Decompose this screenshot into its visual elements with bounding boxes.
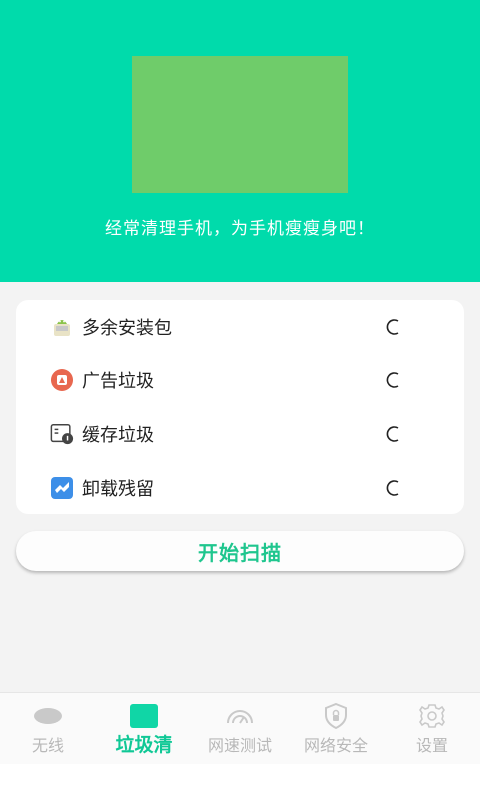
cache-junk-icon	[50, 422, 74, 446]
tab-network-security[interactable]: 网络安全	[288, 693, 384, 765]
system-bar-area	[0, 764, 480, 800]
junk-clean-icon	[127, 703, 161, 729]
loading-spinner-icon	[382, 423, 404, 445]
tab-label: 网速测试	[207, 736, 272, 755]
list-item-label: 广告垃圾	[82, 371, 154, 392]
list-item-label: 缓存垃圾	[82, 425, 154, 446]
tab-speed-test[interactable]: 网速测试	[192, 693, 288, 765]
speed-gauge-icon	[223, 703, 257, 729]
loading-spinner-icon	[382, 369, 404, 391]
tab-junk-clean[interactable]: 垃圾清	[96, 693, 192, 765]
list-item-uninstall-residue[interactable]: 卸载残留	[16, 461, 464, 515]
list-item-redundant-apk[interactable]: 多余安装包	[16, 300, 464, 354]
loading-spinner-icon	[382, 316, 404, 338]
list-item-ad-junk[interactable]: 广告垃圾	[16, 353, 464, 407]
uninstall-residue-icon	[50, 476, 74, 500]
header-banner: 经常清理手机，为手机瘦瘦身吧！	[0, 0, 480, 282]
header-tagline: 经常清理手机，为手机瘦瘦身吧！	[105, 219, 375, 239]
apk-package-icon	[50, 315, 74, 339]
list-item-label: 卸载残留	[82, 479, 154, 500]
tab-label: 无线	[31, 736, 64, 755]
tab-wireless[interactable]: 无线	[0, 693, 96, 765]
tab-label: 设置	[415, 736, 448, 755]
shield-icon	[319, 703, 353, 729]
wifi-oval-icon	[31, 703, 65, 729]
gear-icon	[415, 703, 449, 729]
tab-label: 网络安全	[303, 736, 368, 755]
list-item-label: 多余安装包	[82, 318, 172, 339]
tab-label: 垃圾清	[115, 734, 173, 756]
start-scan-button[interactable]: 开始扫描	[16, 531, 464, 571]
loading-spinner-icon	[382, 477, 404, 499]
ad-junk-icon	[50, 368, 74, 392]
banner-image	[132, 56, 348, 193]
list-item-cache-junk[interactable]: 缓存垃圾	[16, 407, 464, 461]
bottom-nav: 无线 垃圾清 网速测试 网络安全 设置	[0, 692, 480, 764]
clean-items-card: 多余安装包 广告垃圾 缓存垃圾 卸载残留	[16, 300, 464, 514]
tab-settings[interactable]: 设置	[384, 693, 480, 765]
